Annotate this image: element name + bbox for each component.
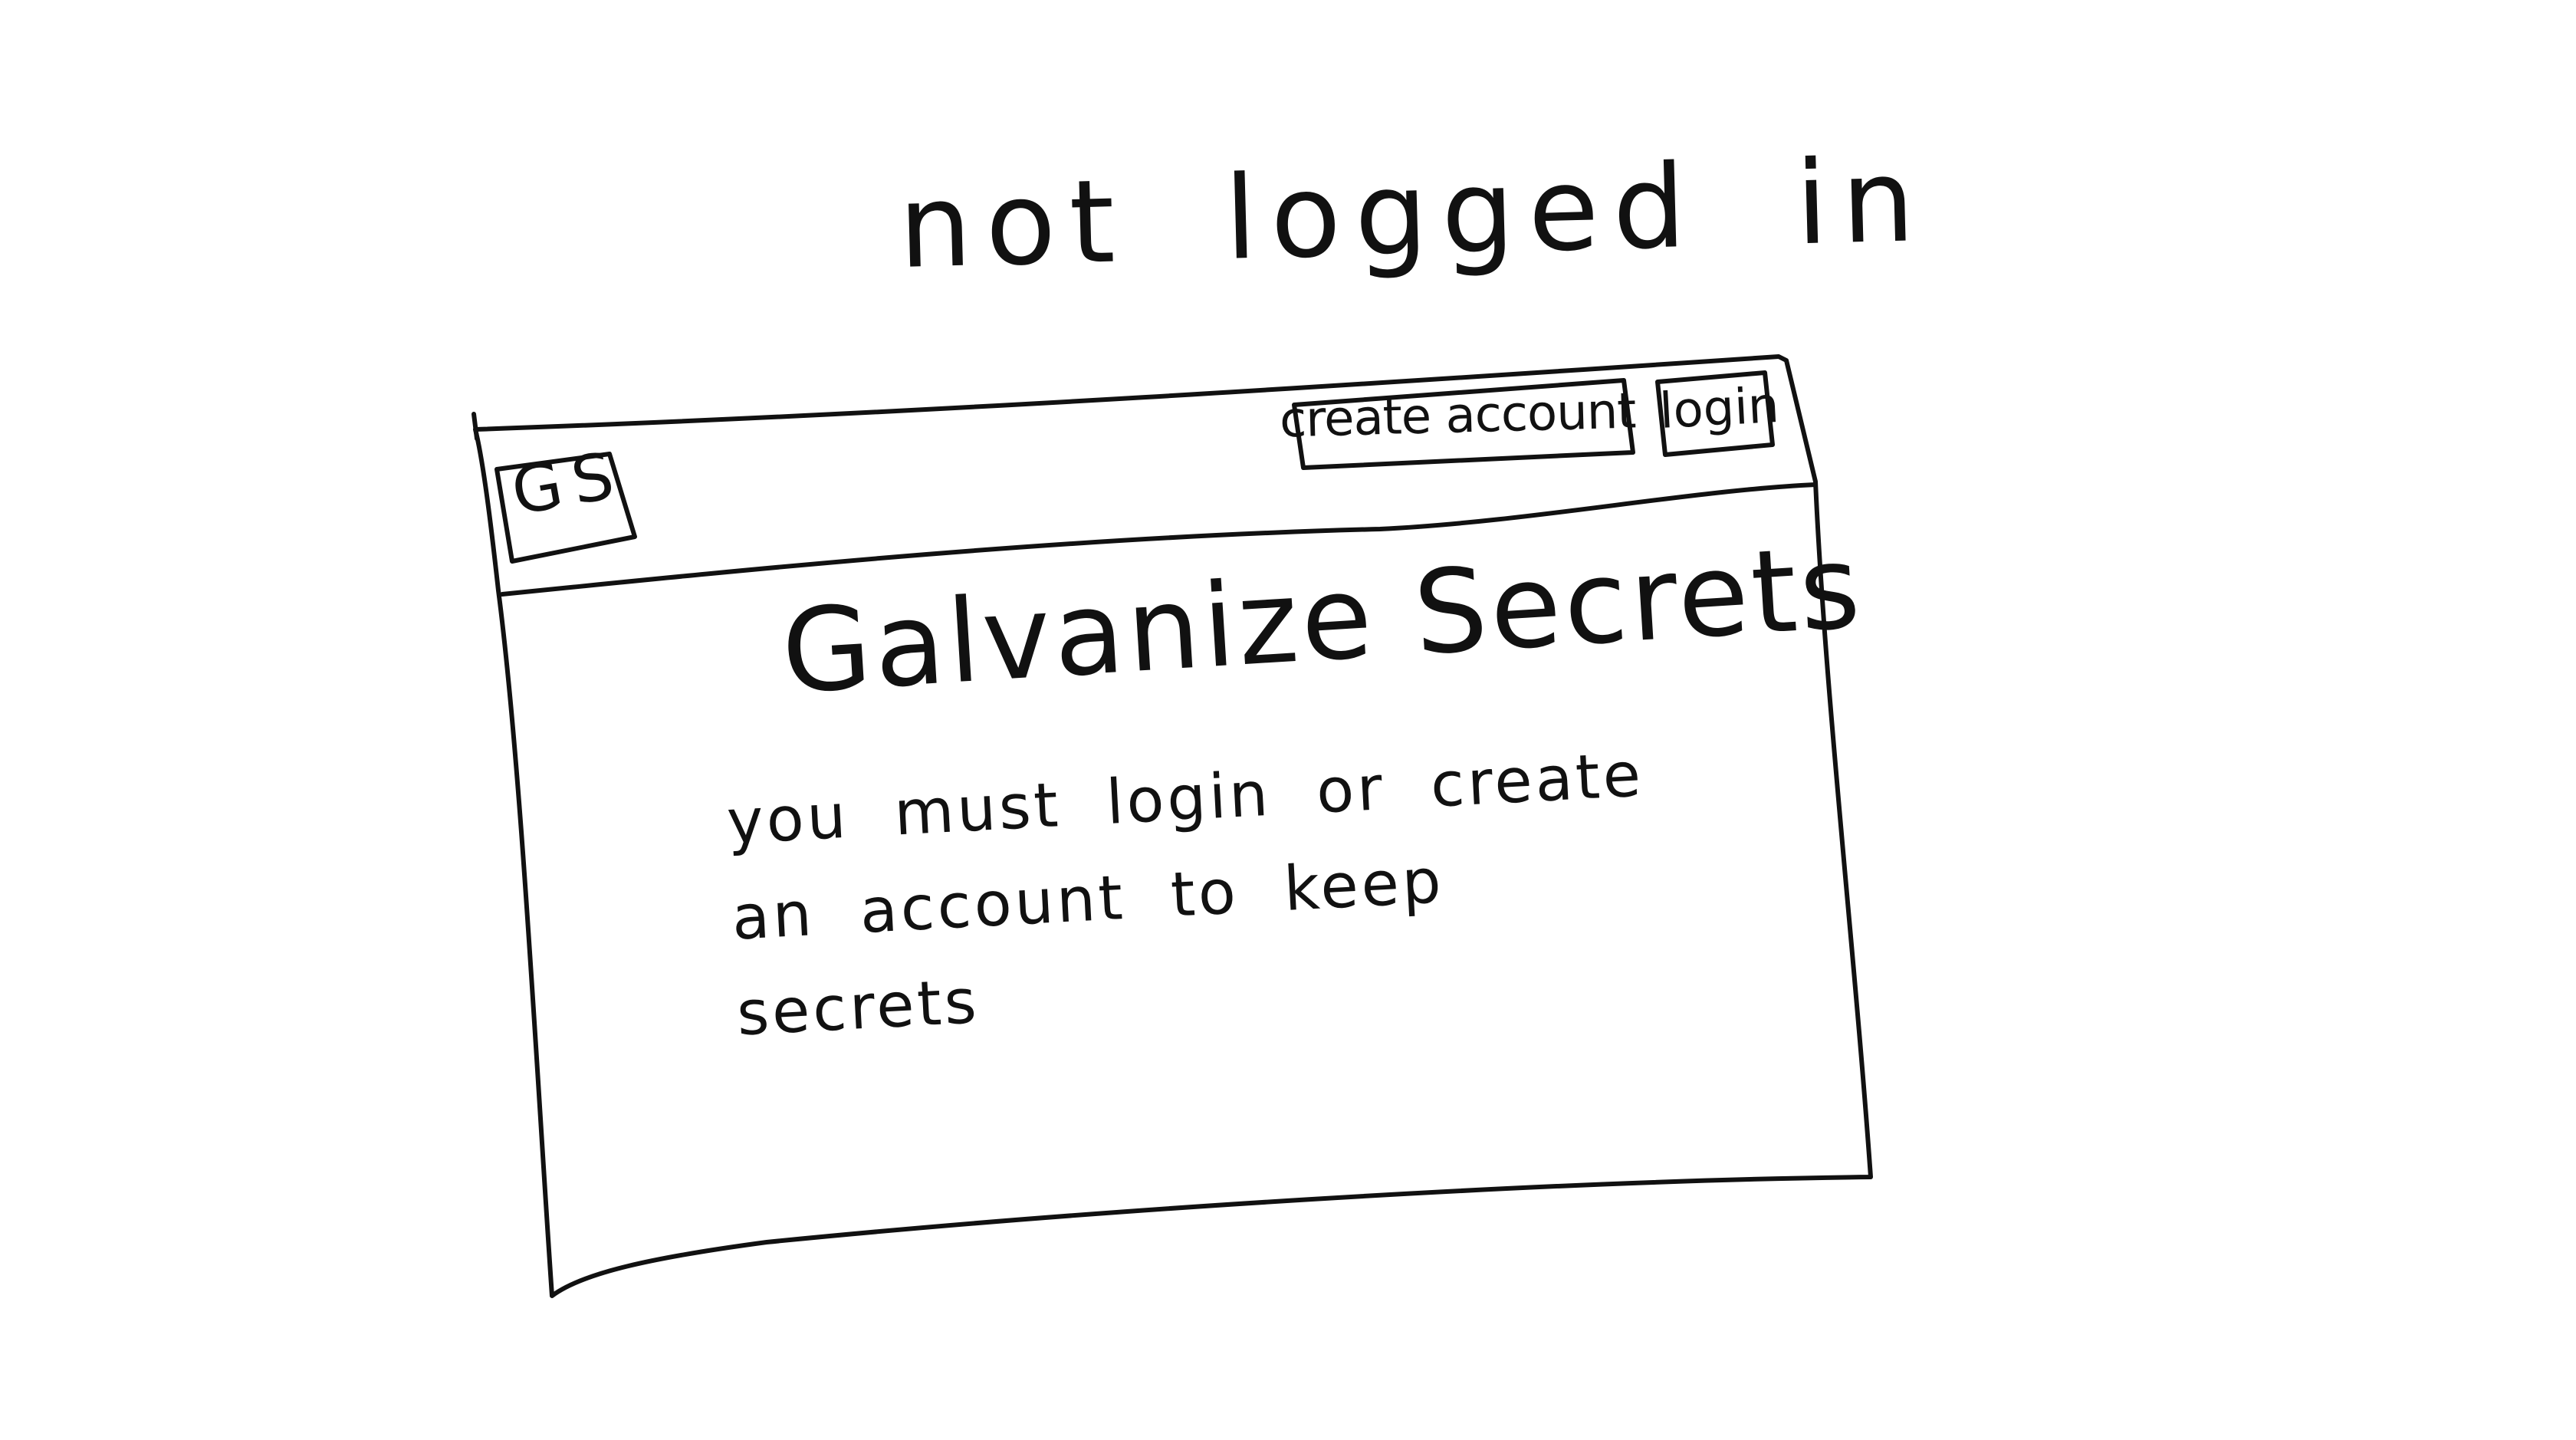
- site-logo[interactable]: GS: [498, 430, 638, 535]
- page-title: Galvanize Secrets: [778, 520, 1867, 720]
- create-account-button[interactable]: create account: [1279, 375, 1636, 456]
- login-button[interactable]: login: [1658, 367, 1781, 451]
- browser-window: GS create account login Galvanize Secret…: [0, 0, 2576, 1440]
- login-required-message: you must login or create an account to k…: [724, 738, 1646, 1050]
